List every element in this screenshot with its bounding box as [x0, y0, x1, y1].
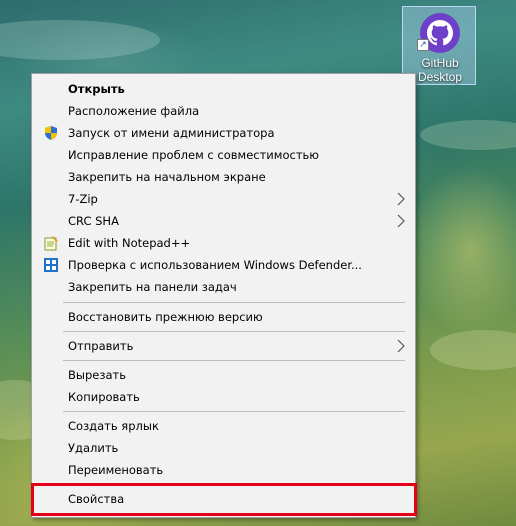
menu-item-delete[interactable]: Удалить: [34, 437, 413, 459]
menu-separator: [63, 302, 405, 303]
wallpaper-wave: [430, 330, 516, 370]
chevron-right-icon: [397, 192, 405, 206]
menu-item-open[interactable]: Открыть: [34, 78, 413, 100]
desktop-icon-label-line1: GitHub: [421, 56, 459, 70]
menu-item-7zip[interactable]: 7-Zip: [34, 188, 413, 210]
context-menu: Открыть Расположение файла Запуск от име…: [31, 73, 416, 518]
menu-item-crc-sha[interactable]: CRC SHA: [34, 210, 413, 232]
menu-separator: [63, 331, 405, 332]
menu-item-run-as-admin[interactable]: Запуск от имени администратора: [34, 122, 413, 144]
menu-item-create-shortcut[interactable]: Создать ярлык: [34, 415, 413, 437]
uac-shield-icon: [43, 125, 59, 141]
menu-item-label: Переименовать: [68, 463, 164, 477]
menu-item-rename[interactable]: Переименовать: [34, 459, 413, 481]
menu-separator: [63, 411, 405, 412]
menu-item-restore-previous-versions[interactable]: Восстановить прежнюю версию: [34, 306, 413, 328]
menu-item-label: Проверка с использованием Windows Defend…: [68, 258, 362, 272]
menu-item-windows-defender-scan[interactable]: Проверка с использованием Windows Defend…: [34, 254, 413, 276]
menu-item-cut[interactable]: Вырезать: [34, 364, 413, 386]
menu-item-label: Запуск от имени администратора: [68, 126, 275, 140]
menu-item-label: Отправить: [68, 339, 134, 353]
menu-item-label: Закрепить на начальном экране: [68, 170, 266, 184]
notepad-plus-plus-icon: [43, 235, 59, 251]
menu-item-label: Edit with Notepad++: [68, 236, 191, 250]
menu-item-edit-notepadpp[interactable]: Edit with Notepad++: [34, 232, 413, 254]
chevron-right-icon: [397, 339, 405, 353]
menu-item-label: CRC SHA: [68, 214, 119, 228]
wallpaper-wave: [0, 20, 160, 60]
menu-item-file-location[interactable]: Расположение файла: [34, 100, 413, 122]
menu-item-pin-to-taskbar[interactable]: Закрепить на панели задач: [34, 276, 413, 298]
menu-item-send-to[interactable]: Отправить: [34, 335, 413, 357]
wallpaper-wave: [420, 120, 516, 150]
menu-item-label: Расположение файла: [68, 104, 200, 118]
menu-item-troubleshoot-compatibility[interactable]: Исправление проблем с совместимостью: [34, 144, 413, 166]
menu-item-label: Вырезать: [68, 368, 126, 382]
chevron-right-icon: [397, 214, 405, 228]
menu-item-copy[interactable]: Копировать: [34, 386, 413, 408]
menu-item-label: Удалить: [68, 441, 119, 455]
menu-item-label: Восстановить прежнюю версию: [68, 310, 263, 324]
menu-item-label: Создать ярлык: [68, 419, 159, 433]
menu-separator: [63, 360, 405, 361]
shortcut-arrow-icon: ↗: [417, 39, 429, 51]
windows-defender-icon: [43, 257, 59, 273]
menu-item-pin-to-start[interactable]: Закрепить на начальном экране: [34, 166, 413, 188]
menu-item-label: Копировать: [68, 390, 140, 404]
menu-item-label: 7-Zip: [68, 192, 98, 206]
menu-item-label: Открыть: [68, 82, 125, 96]
menu-item-label: Исправление проблем с совместимостью: [68, 148, 319, 162]
menu-item-label: Закрепить на панели задач: [68, 280, 237, 294]
properties-highlight-frame: [31, 483, 417, 516]
